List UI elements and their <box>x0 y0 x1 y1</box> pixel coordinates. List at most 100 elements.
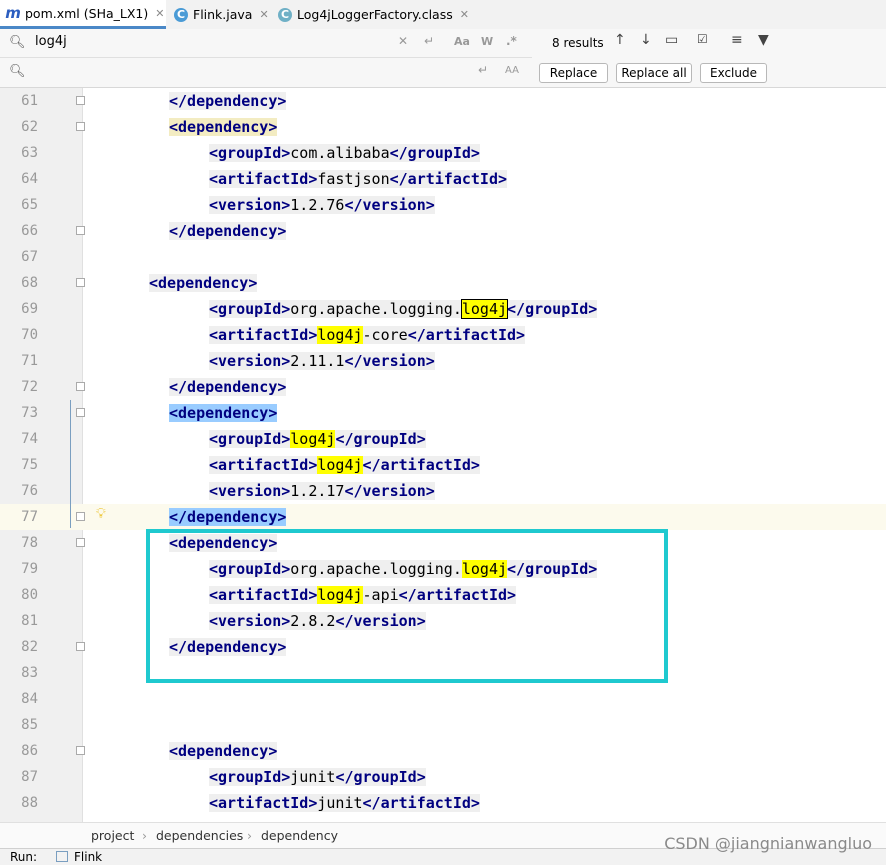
code-text: </dependency> <box>169 218 287 244</box>
fold-marker-icon[interactable] <box>76 226 85 235</box>
xml-tag: </groupId> <box>389 144 480 162</box>
xml-tag: <dependency> <box>149 274 258 292</box>
line-number: 77 <box>21 509 38 525</box>
multiline-icon[interactable]: ≡ <box>731 32 743 48</box>
line-number: 68 <box>21 275 38 291</box>
highlight-annotation-box <box>146 529 668 683</box>
code-line[interactable]: 88 <artifactId>junit</artifactId> <box>0 790 886 816</box>
run-config-icon <box>56 851 68 862</box>
filter-icon[interactable]: ▼ <box>758 32 769 48</box>
search-match: log4j <box>290 430 336 448</box>
code-line[interactable]: 74 <groupId>log4j</groupId> <box>0 426 886 452</box>
xml-tag: <groupId> <box>209 300 291 318</box>
xml-tag: </dependency> <box>169 508 287 526</box>
code-line[interactable]: 67 <box>0 244 886 270</box>
code-line[interactable]: 77 </dependency> <box>0 504 886 530</box>
code-line[interactable]: 66 </dependency> <box>0 218 886 244</box>
line-number: 76 <box>21 483 38 499</box>
fold-marker-icon[interactable] <box>76 382 85 391</box>
code-line[interactable]: 86 <dependency> <box>0 738 886 764</box>
search-icon[interactable]: 🔍︎ <box>9 35 26 50</box>
select-all-occurrences-icon[interactable]: ▭ <box>665 32 678 48</box>
code-line[interactable]: 63 <groupId>com.alibaba</groupId> <box>0 140 886 166</box>
close-icon[interactable]: ✕ <box>259 8 268 21</box>
line-number: 79 <box>21 561 38 577</box>
code-line[interactable]: 65 <version>1.2.76</version> <box>0 192 886 218</box>
code-text: <artifactId>log4j-core</artifactId> <box>209 322 526 348</box>
xml-tag: </groupId> <box>335 430 426 448</box>
code-line[interactable]: 71 <version>2.11.1</version> <box>0 348 886 374</box>
fold-marker-icon[interactable] <box>76 96 85 105</box>
xml-tag: <version> <box>209 352 291 370</box>
run-config-tab[interactable]: Flink <box>74 850 102 864</box>
close-icon[interactable]: ✕ <box>155 7 164 20</box>
filter-search-icon[interactable]: ☑ <box>697 32 708 46</box>
replace-all-button[interactable]: Replace all <box>616 63 692 83</box>
code-text: <version>1.2.76</version> <box>209 192 435 218</box>
fold-marker-icon[interactable] <box>76 512 85 521</box>
line-number: 65 <box>21 197 38 213</box>
breadcrumb-item-project[interactable]: project <box>91 828 134 843</box>
code-line[interactable]: 61 </dependency> <box>0 88 886 114</box>
code-line[interactable]: 68 <dependency> <box>0 270 886 296</box>
code-line[interactable]: 73 <dependency> <box>0 400 886 426</box>
code-line[interactable]: 72 </dependency> <box>0 374 886 400</box>
code-line[interactable]: 75 <artifactId>log4j</artifactId> <box>0 452 886 478</box>
xml-tag: </dependency> <box>169 378 287 396</box>
close-icon[interactable]: ✕ <box>460 8 469 21</box>
match-case-toggle[interactable]: Aa <box>454 35 470 48</box>
lightbulb-icon[interactable]: 💡︎ <box>96 506 106 522</box>
search-icon[interactable]: 🔍︎ <box>9 64 26 79</box>
preserve-case-toggle[interactable]: AA <box>505 65 519 76</box>
xml-tag: </artifactId> <box>407 326 526 344</box>
class-file-icon: C <box>278 7 292 22</box>
breadcrumb-item-dependencies[interactable]: dependencies <box>156 828 243 843</box>
code-editor[interactable]: 61 </dependency> 62 <dependency> 63 <groupId>… <box>0 88 886 822</box>
results-count: 8 results <box>552 36 604 50</box>
find-input[interactable]: log4j <box>35 34 67 49</box>
code-line[interactable]: 64 <artifactId>fastjson</artifactId> <box>0 166 886 192</box>
fold-marker-icon[interactable] <box>76 122 85 131</box>
line-number: 78 <box>21 535 38 551</box>
code-text: <dependency> <box>169 738 278 764</box>
exclude-button[interactable]: Exclude <box>700 63 767 83</box>
new-line-icon[interactable]: ↵ <box>424 34 434 48</box>
code-text: <dependency> <box>169 114 278 140</box>
tab-pom-xml[interactable]: m pom.xml (SHa_LX1) ✕ <box>0 0 166 29</box>
arrow-down-icon[interactable]: ↓ <box>640 32 652 48</box>
line-number: 86 <box>21 743 38 759</box>
replace-button[interactable]: Replace <box>539 63 608 83</box>
line-number: 88 <box>21 795 38 811</box>
line-number: 63 <box>21 145 38 161</box>
xml-text: -core <box>362 326 408 344</box>
code-text: <artifactId>log4j</artifactId> <box>209 452 480 478</box>
fold-marker-icon[interactable] <box>76 538 85 547</box>
arrow-up-icon[interactable]: ↑ <box>614 32 626 48</box>
code-line[interactable]: 85 <box>0 712 886 738</box>
clear-icon[interactable]: ✕ <box>398 34 408 48</box>
xml-tag: <artifactId> <box>209 794 318 812</box>
fold-marker-icon[interactable] <box>76 642 85 651</box>
xml-text: 1.2.17 <box>290 482 345 500</box>
xml-tag: <dependency> <box>169 742 278 760</box>
fold-marker-icon[interactable] <box>76 408 85 417</box>
tab-log4jloggerfactory-class[interactable]: C Log4jLoggerFactory.class ✕ <box>272 0 472 29</box>
line-number: 87 <box>21 769 38 785</box>
fold-marker-icon[interactable] <box>76 746 85 755</box>
new-line-icon[interactable]: ↵ <box>478 63 488 77</box>
breadcrumb-item-dependency[interactable]: dependency <box>261 828 338 843</box>
words-toggle[interactable]: W <box>481 35 493 48</box>
code-line[interactable]: 70 <artifactId>log4j-core</artifactId> <box>0 322 886 348</box>
regex-toggle[interactable]: .* <box>506 34 517 48</box>
code-text: </dependency> <box>169 504 287 530</box>
xml-tag: <artifactId> <box>209 456 318 474</box>
code-line[interactable]: 69 <groupId>org.apache.logging.log4j</gro… <box>0 296 886 322</box>
code-line[interactable]: 87 <groupId>junit</groupId> <box>0 764 886 790</box>
fold-marker-icon[interactable] <box>76 278 85 287</box>
code-line[interactable]: 62 <dependency> <box>0 114 886 140</box>
code-line[interactable]: 76 <version>1.2.17</version> <box>0 478 886 504</box>
code-line[interactable]: 84 <box>0 686 886 712</box>
line-number: 73 <box>21 405 38 421</box>
line-number: 80 <box>21 587 38 603</box>
tab-flink-java[interactable]: C Flink.java ✕ <box>168 0 270 29</box>
